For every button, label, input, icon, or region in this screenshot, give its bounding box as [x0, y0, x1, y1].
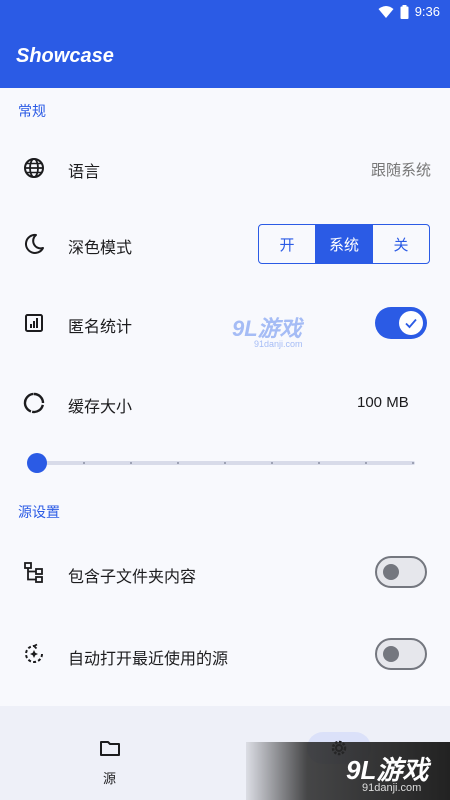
globe-icon: [24, 158, 44, 178]
folder-icon: [100, 741, 120, 756]
stats-icon: [25, 314, 43, 332]
language-label: 语言: [68, 164, 101, 181]
slider-tick: [224, 462, 226, 464]
toggle-knob: [383, 564, 399, 580]
wifi-icon: [378, 5, 394, 18]
cache-size-label: 缓存大小: [68, 399, 133, 416]
cache-size-slider-thumb[interactable]: [27, 453, 47, 473]
nav-item-sources[interactable]: 源: [70, 726, 150, 786]
slider-tick: [271, 462, 273, 464]
moon-icon: [24, 233, 44, 254]
slider-tick: [365, 462, 367, 464]
language-value: 跟随系统: [370, 162, 431, 179]
slider-tick: [177, 462, 179, 464]
cache-icon: [23, 392, 45, 414]
anonymous-stats-toggle[interactable]: [375, 307, 427, 339]
include-subfolders-label: 包含子文件夹内容: [68, 569, 197, 586]
watermark-banner-site: 91danji.com: [362, 782, 422, 794]
battery-icon: [400, 4, 409, 19]
toggle-knob: [399, 311, 423, 335]
slider-tick: [318, 462, 320, 464]
include-subfolders-toggle[interactable]: [375, 556, 427, 588]
dark-mode-segmented-control[interactable]: 开 系统 关: [258, 224, 430, 264]
status-bar: 9:36: [0, 0, 450, 24]
anonymous-stats-label: 匿名统计: [68, 319, 133, 336]
status-time: 9:36: [414, 4, 440, 19]
folder-tree-icon: [24, 562, 43, 583]
toggle-knob: [383, 646, 399, 662]
app-bar: Showcase: [0, 24, 450, 88]
auto-open-icon: [25, 643, 43, 663]
app-title: Showcase: [16, 45, 114, 67]
slider-tick: [83, 462, 85, 464]
cache-size-value: 100 MB: [357, 394, 409, 411]
watermark-logo: 9L游戏 91danji.com: [232, 316, 303, 349]
section-header-source: 源设置: [18, 504, 60, 520]
language-row[interactable]: 语言 跟随系统: [0, 138, 450, 198]
slider-tick: [412, 462, 414, 464]
dark-mode-option-on[interactable]: 开: [259, 225, 316, 263]
auto-open-recent-toggle[interactable]: [375, 638, 427, 670]
dark-mode-option-system[interactable]: 系统: [316, 225, 373, 263]
dark-mode-label: 深色模式: [68, 240, 133, 257]
check-icon: [405, 318, 417, 329]
auto-open-recent-label: 自动打开最近使用的源: [68, 651, 229, 668]
dark-mode-option-off[interactable]: 关: [373, 225, 429, 263]
slider-tick: [130, 462, 132, 464]
nav-item-sources-label: 源: [103, 771, 117, 786]
watermark-banner: 9L游戏 91danji.com: [246, 742, 450, 800]
section-header-general: 常规: [18, 103, 46, 119]
